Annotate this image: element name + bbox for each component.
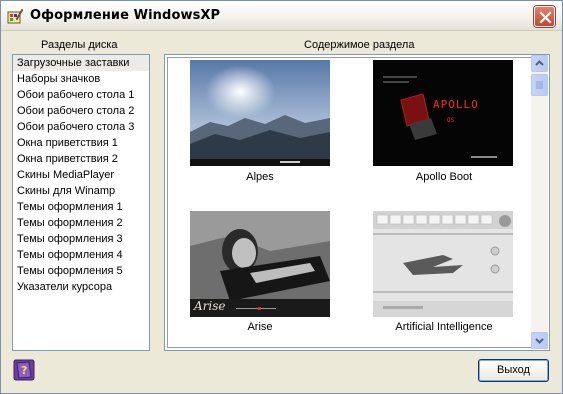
list-item[interactable]: Загрузочные заставки xyxy=(13,55,149,71)
list-item[interactable]: Темы оформления 4 xyxy=(13,247,149,263)
list-item[interactable]: Скины для Winamp xyxy=(13,183,149,199)
arise-title-text: Arise xyxy=(193,299,226,313)
list-item[interactable]: Темы оформления 5 xyxy=(13,263,149,279)
arise-image: Arise xyxy=(190,211,330,317)
help-book-icon: ? xyxy=(13,359,35,381)
thumbnail-caption: Alpes xyxy=(246,171,274,183)
list-item[interactable]: Темы оформления 2 xyxy=(13,215,149,231)
artificial-intelligence-image xyxy=(373,211,513,317)
grip-icon xyxy=(536,81,543,89)
list-item[interactable]: Указатели курсора xyxy=(13,279,149,295)
main-window: Оформление WindowsXP Разделы диска Содер… xyxy=(0,0,563,394)
thumbnail-artificial-intelligence[interactable] xyxy=(373,211,513,317)
apollo-title-text: APOLLO xyxy=(433,98,479,111)
close-icon xyxy=(539,11,552,24)
list-item[interactable]: Скины MediaPlayer xyxy=(13,167,149,183)
paint-brush-icon xyxy=(7,8,24,24)
thumbnail-alpes[interactable] xyxy=(190,60,330,166)
chevron-down-icon xyxy=(535,338,544,344)
svg-text:?: ? xyxy=(21,364,27,377)
sections-list[interactable]: Загрузочные заставки Наборы значков Обои… xyxy=(12,54,150,351)
close-button[interactable] xyxy=(534,6,555,27)
thumbnail-apollo-boot[interactable]: APOLLO OS xyxy=(373,60,513,166)
help-button[interactable]: ? xyxy=(13,359,35,381)
list-item[interactable]: Обои рабочего стола 1 xyxy=(13,87,149,103)
window-title: Оформление WindowsXP xyxy=(30,8,221,23)
scroll-thumb[interactable] xyxy=(531,74,548,96)
scroll-down-button[interactable] xyxy=(531,332,548,349)
thumbnail-grid: Alpes APOLLO OS Apollo Boot Arise Arise … xyxy=(167,57,547,348)
vertical-scrollbar[interactable] xyxy=(531,55,548,349)
list-item[interactable]: Темы оформления 3 xyxy=(13,231,149,247)
list-item[interactable]: Окна приветствия 1 xyxy=(13,135,149,151)
title-bar[interactable]: Оформление WindowsXP xyxy=(1,1,562,31)
alpes-image xyxy=(190,60,330,166)
thumbnail-caption: Artificial Intelligence xyxy=(395,321,493,333)
chevron-up-icon xyxy=(535,60,544,66)
thumbnail-caption: Apollo Boot xyxy=(415,171,473,183)
list-item[interactable]: Окна приветствия 2 xyxy=(13,151,149,167)
list-item[interactable]: Наборы значков xyxy=(13,71,149,87)
content-area: Alpes APOLLO OS Apollo Boot Arise Arise … xyxy=(164,54,550,351)
content-label: Содержимое раздела xyxy=(304,39,415,51)
apollo-boot-image: APOLLO OS xyxy=(373,60,513,166)
list-item[interactable]: Обои рабочего стола 2 xyxy=(13,103,149,119)
apollo-os-text: OS xyxy=(447,117,455,124)
scroll-up-button[interactable] xyxy=(531,55,548,72)
thumbnail-caption: Arise xyxy=(247,321,273,333)
list-item[interactable]: Обои рабочего стола 3 xyxy=(13,119,149,135)
list-item[interactable]: Темы оформления 1 xyxy=(13,199,149,215)
sections-label: Разделы диска xyxy=(41,39,118,51)
thumbnail-arise[interactable]: Arise xyxy=(190,211,330,317)
exit-button[interactable]: Выход xyxy=(478,359,549,382)
